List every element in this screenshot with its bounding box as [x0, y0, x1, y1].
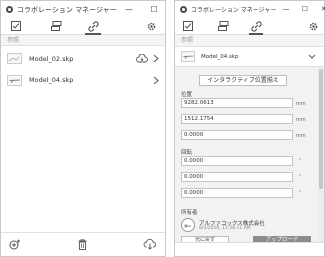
section-reference-label: 参照	[175, 35, 324, 46]
rifle-model-icon	[9, 79, 20, 83]
scrollbar[interactable]	[318, 67, 324, 242]
collaboration-manager-window-right: コラボレーション マネージャー — ☐ ✕ 参照 Model_04.skp イン…	[174, 0, 325, 257]
avatar	[181, 218, 195, 232]
cloud-sync-icon[interactable]	[136, 54, 148, 63]
chevron-down-icon[interactable]	[308, 54, 316, 59]
window-title: コラボレーション マネージャー	[191, 7, 277, 14]
chevron-right-icon[interactable]	[153, 54, 159, 63]
maximize-button[interactable]: ☐	[142, 1, 167, 18]
model-thumbnail	[181, 51, 195, 62]
minimize-button[interactable]: —	[276, 1, 295, 18]
user-icon	[184, 224, 191, 228]
collaboration-manager-window-left: コラボレーション マネージャー — ☐ ✕ 参照 Model_02.skp	[0, 0, 182, 257]
section-reference-label: 参照	[1, 35, 165, 46]
selected-reference-row[interactable]: Model_04.skp	[175, 46, 324, 67]
tab-reference[interactable]	[245, 18, 267, 35]
app-icon	[180, 6, 187, 13]
tab-bar	[1, 18, 165, 35]
list-item-model-02[interactable]: Model_02.skp	[1, 47, 165, 70]
interactive-align-button[interactable]: インタラクティブ位置揃え	[199, 75, 287, 86]
reference-details-panel: インタラクティブ位置揃え 位置 9282.0613 mm 1512.1754 m…	[175, 67, 324, 245]
close-button[interactable]: ✕	[314, 1, 325, 18]
footer-toolbar	[1, 232, 165, 256]
tab-settings[interactable]	[304, 18, 322, 35]
degree-label: °	[299, 190, 302, 196]
tab-checklist[interactable]	[175, 18, 201, 35]
model-thumbnail	[7, 74, 22, 86]
gear-icon	[147, 22, 155, 30]
rotation-z-input[interactable]: 0.0000	[181, 188, 293, 198]
trash-icon[interactable]	[78, 239, 87, 250]
bottom-bar	[175, 242, 324, 256]
scrollbar-thumb[interactable]	[319, 69, 323, 189]
position-x-input[interactable]: 9282.0613	[181, 98, 293, 108]
maximize-button[interactable]: ☐	[295, 1, 314, 18]
tab-bar	[175, 18, 324, 35]
chevron-right-icon[interactable]	[153, 76, 159, 85]
checkbox-icon	[11, 21, 21, 31]
model-thumbnail	[7, 53, 22, 64]
title-bar: コラボレーション マネージャー — ☐ ✕	[1, 1, 182, 18]
unit-label: mm	[296, 101, 306, 107]
author-date: 8/3/2016, 11:28:11 AM	[199, 226, 251, 231]
item-label: Model_04.skp	[29, 76, 74, 84]
position-z-input[interactable]: 0.0000	[181, 130, 293, 140]
tab-settings[interactable]	[141, 18, 161, 35]
app-icon	[6, 6, 13, 13]
image-placeholder-icon	[9, 56, 20, 62]
rotation-x-input[interactable]: 0.0000	[181, 156, 293, 166]
title-bar: コラボレーション マネージャー — ☐ ✕	[175, 1, 325, 18]
window-title: コラボレーション マネージャー	[17, 5, 117, 14]
position-label: 位置	[181, 92, 193, 98]
rotation-label: 回転	[181, 150, 193, 156]
position-y-input[interactable]: 1512.1754	[181, 114, 293, 124]
rifle-model-icon	[183, 55, 194, 59]
degree-label: °	[299, 174, 302, 180]
author-label: 所有者	[181, 210, 198, 216]
item-label: Model_04.skp	[201, 53, 239, 60]
unit-label: mm	[296, 117, 306, 123]
minimize-button[interactable]: —	[117, 1, 142, 18]
tab-reference[interactable]	[81, 18, 105, 35]
cloud-download-icon[interactable]	[143, 239, 157, 250]
layers-icon	[217, 21, 228, 31]
degree-label: °	[299, 158, 302, 164]
tab-layers[interactable]	[31, 18, 81, 35]
gear-icon	[309, 22, 317, 30]
list-item-model-04[interactable]: Model_04.skp	[1, 70, 165, 90]
item-label: Model_02.skp	[29, 54, 74, 63]
layers-icon	[50, 21, 61, 31]
unit-label: mm	[296, 133, 306, 139]
rotation-y-input[interactable]: 0.0000	[181, 172, 293, 182]
tab-checklist[interactable]	[1, 18, 31, 35]
add-reference-icon[interactable]	[9, 239, 21, 251]
tab-layers[interactable]	[201, 18, 245, 35]
checkbox-icon	[183, 21, 193, 31]
link-icon	[250, 20, 262, 32]
link-icon	[87, 20, 99, 32]
